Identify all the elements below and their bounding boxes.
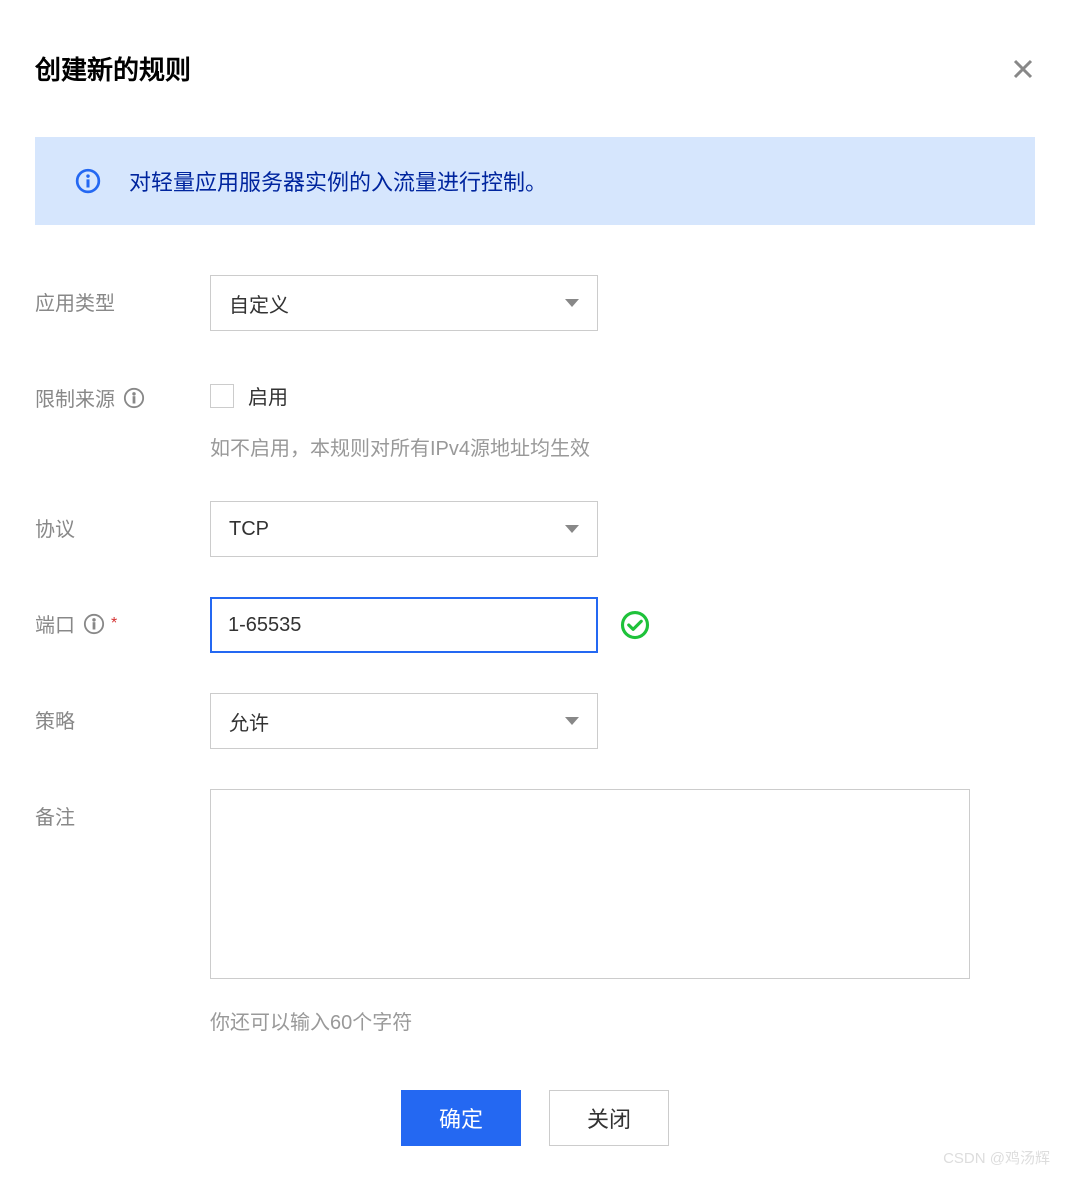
check-circle-icon: [620, 610, 650, 640]
chevron-down-icon: [565, 525, 579, 533]
protocol-select[interactable]: TCP: [210, 501, 598, 557]
dialog-title: 创建新的规则: [35, 50, 191, 87]
limit-source-label: 限制来源: [35, 371, 210, 412]
limit-source-help: 如不启用，本规则对所有IPv4源地址均生效: [210, 432, 1035, 461]
policy-label: 策略: [35, 693, 210, 734]
protocol-label: 协议: [35, 501, 210, 542]
chevron-down-icon: [565, 717, 579, 725]
app-type-value: 自定义: [229, 289, 289, 318]
policy-value: 允许: [229, 707, 269, 736]
remark-label: 备注: [35, 789, 210, 830]
remark-textarea[interactable]: [210, 789, 970, 979]
info-text: 对轻量应用服务器实例的入流量进行控制。: [129, 165, 547, 197]
required-indicator: *: [111, 615, 117, 633]
remark-help: 你还可以输入60个字符: [210, 1006, 1035, 1035]
app-type-select[interactable]: 自定义: [210, 275, 598, 331]
port-label: 端口 *: [35, 597, 210, 638]
close-icon[interactable]: [1011, 57, 1035, 81]
watermark: CSDN @鸡汤辉: [943, 1147, 1050, 1168]
confirm-button[interactable]: 确定: [401, 1090, 521, 1146]
help-icon[interactable]: [83, 613, 105, 635]
info-banner: 对轻量应用服务器实例的入流量进行控制。: [35, 137, 1035, 225]
chevron-down-icon: [565, 299, 579, 307]
port-input[interactable]: [210, 597, 598, 653]
app-type-label: 应用类型: [35, 275, 210, 316]
close-button[interactable]: 关闭: [549, 1090, 669, 1146]
protocol-value: TCP: [229, 518, 269, 541]
info-icon: [75, 168, 101, 194]
help-icon[interactable]: [123, 387, 145, 409]
enable-checkbox-label: 启用: [248, 381, 288, 410]
policy-select[interactable]: 允许: [210, 693, 598, 749]
enable-checkbox[interactable]: [210, 384, 234, 408]
